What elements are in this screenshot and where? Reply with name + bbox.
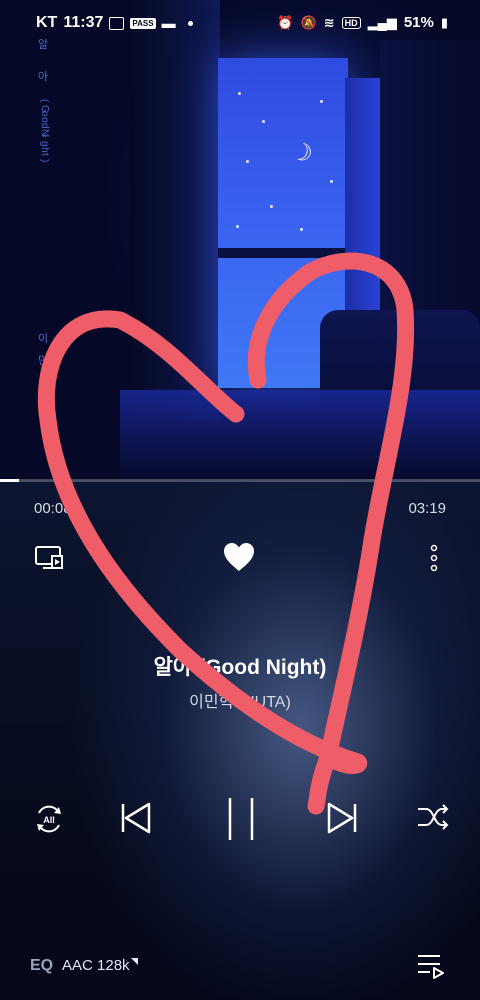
more-icon[interactable]: [426, 543, 442, 573]
repeat-all-button[interactable]: All: [32, 802, 66, 836]
seek-bar-fill: [0, 479, 20, 482]
album-subtitle: ( Good Night ): [38, 99, 50, 168]
star-icon: [330, 180, 333, 183]
star-icon: [270, 205, 273, 208]
image-icon: [109, 16, 125, 30]
message-icon: ▬: [161, 15, 176, 31]
track-artist[interactable]: 이민혁 (HUTA): [0, 688, 480, 712]
album-art-floor: [120, 390, 480, 480]
status-bar: KT 11:37 PASS ▬ ⏰ 🔕 ≋ HD ▂▄▆ 51% ▮: [0, 10, 480, 36]
wifi-icon: ≋: [323, 14, 335, 30]
status-right: ⏰ 🔕 ≋ HD ▂▄▆ 51% ▮: [277, 14, 448, 31]
album-title-char: 알: [38, 39, 49, 51]
shuffle-button[interactable]: [416, 800, 450, 834]
heart-icon[interactable]: [222, 541, 256, 573]
star-icon: [300, 228, 303, 231]
alarm-icon: ⏰: [277, 14, 294, 30]
eq-button[interactable]: EQ: [30, 957, 53, 975]
album-art-window-frame: [218, 248, 348, 258]
cast-icon[interactable]: [34, 544, 66, 572]
pause-button[interactable]: [224, 796, 258, 842]
codec-dropdown-icon: [131, 958, 138, 965]
star-icon: [320, 100, 323, 103]
seek-bar[interactable]: [0, 479, 480, 482]
pass-icon: PASS: [130, 17, 156, 29]
track-title: 알아 (Good Night): [153, 656, 327, 679]
battery-icon: ▮: [440, 14, 448, 30]
star-icon: [262, 120, 265, 123]
status-left: KT 11:37 PASS ▬: [36, 14, 193, 32]
album-subtitle-text: ( Good Night ): [38, 99, 50, 168]
star-icon: [236, 225, 239, 228]
album-art-curtain: [130, 0, 220, 420]
album-subtitle-char: ): [39, 159, 50, 163]
previous-button[interactable]: [120, 800, 152, 836]
album-artist-char: 민: [38, 355, 49, 367]
next-button[interactable]: [326, 800, 358, 836]
playlist-icon[interactable]: [416, 952, 446, 980]
codec-label[interactable]: AAC 128k: [62, 957, 130, 974]
album-artist-char: 이: [38, 333, 49, 345]
battery-label: 51%: [403, 14, 434, 31]
elapsed-time: 00:08: [34, 500, 72, 517]
star-icon: [238, 92, 241, 95]
mute-icon: 🔕: [300, 14, 317, 30]
album-art: ☾ 알 아 ( Good Night ) 이 민: [0, 0, 480, 480]
dot-icon: [187, 20, 193, 26]
total-time: 03:19: [408, 500, 446, 517]
clock: 11:37: [63, 14, 104, 31]
carrier-label: KT: [36, 14, 58, 31]
repeat-mode-label: All: [43, 815, 55, 825]
album-title-char: 아: [38, 71, 49, 83]
hd-voice-icon: HD: [341, 16, 361, 29]
star-icon: [246, 160, 249, 163]
signal-icon: ▂▄▆: [367, 14, 397, 30]
